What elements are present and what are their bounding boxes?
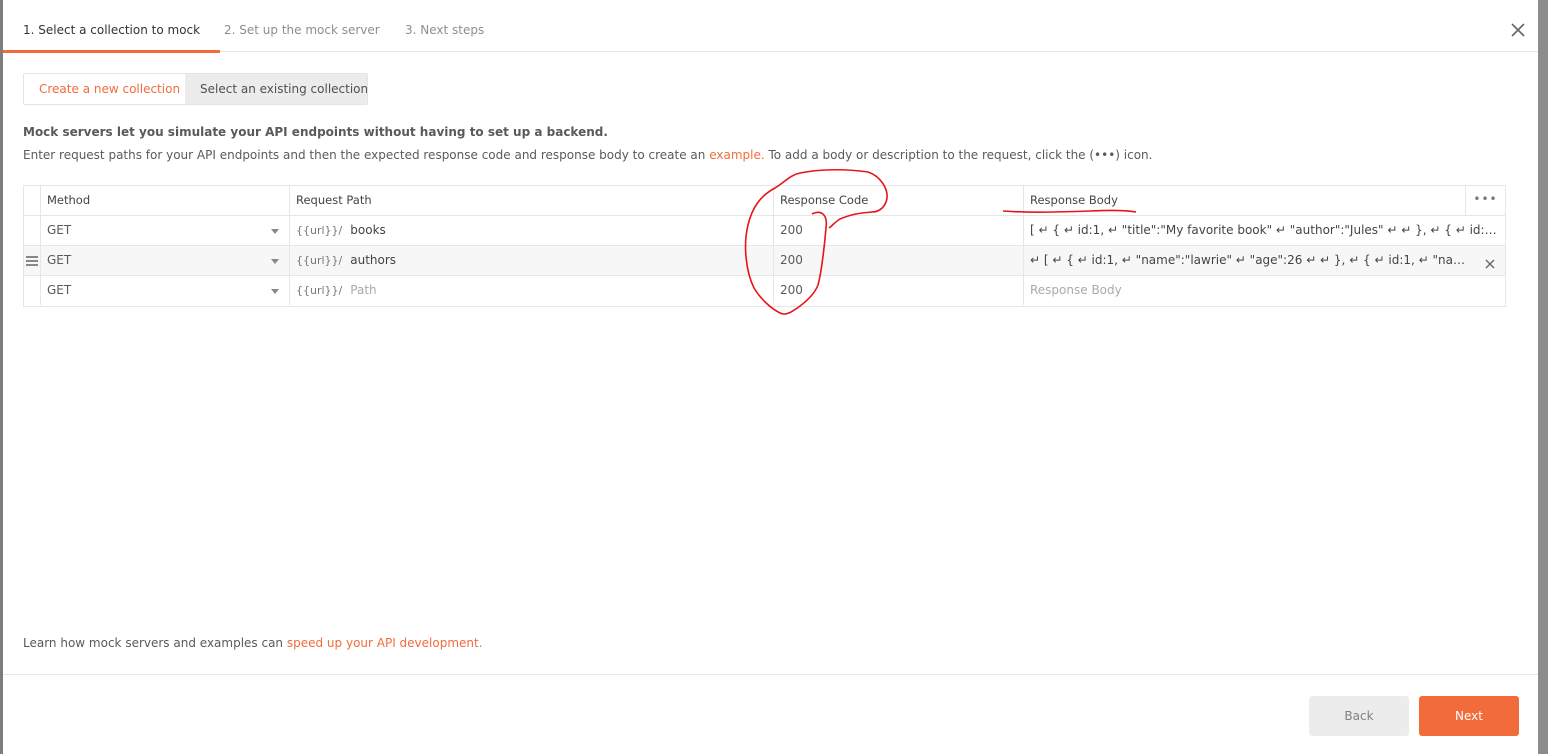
more-options-button[interactable]: •••: [1465, 186, 1505, 215]
response-code-value: 200: [780, 253, 803, 267]
method-value: GET: [47, 223, 72, 237]
request-table: Method Request Path Response Code Respon…: [23, 185, 1506, 307]
intro-heading: Mock servers let you simulate your API e…: [23, 125, 608, 139]
column-header-code: Response Code: [774, 186, 1024, 215]
method-select[interactable]: GET: [41, 246, 290, 275]
response-code-value: 200: [780, 283, 803, 297]
column-header-body: Response Body •••: [1024, 186, 1505, 215]
path-input[interactable]: {{url}}/ books: [290, 216, 774, 245]
method-value: GET: [47, 283, 72, 297]
collection-source-toggle: Create a new collection Select an existi…: [23, 73, 368, 105]
close-icon: [1485, 259, 1495, 269]
response-body-input[interactable]: [ ↵ { ↵ id:1, ↵ "title":"My favorite boo…: [1024, 216, 1505, 245]
close-button[interactable]: [1508, 20, 1528, 40]
url-prefix: {{url}}/: [296, 284, 343, 297]
response-code-input[interactable]: 200: [774, 246, 1024, 275]
response-code-input[interactable]: 200: [774, 276, 1024, 305]
more-icon: •••: [1473, 192, 1498, 206]
caret-down-icon: [271, 289, 279, 294]
example-link[interactable]: example.: [709, 148, 764, 162]
path-input[interactable]: {{url}}/ authors: [290, 246, 774, 275]
create-mock-server-modal: 1. Select a collection to mock 2. Set up…: [2, 0, 1538, 754]
handle-header: [24, 186, 41, 215]
remove-row-button[interactable]: [1483, 253, 1497, 269]
create-new-collection-button[interactable]: Create a new collection: [24, 74, 185, 104]
speed-up-link[interactable]: speed up your API development.: [287, 636, 483, 650]
tab-next-steps[interactable]: 3. Next steps: [405, 0, 484, 52]
tab-select-collection[interactable]: 1. Select a collection to mock: [2, 0, 221, 53]
intro-text: Enter request paths for your API endpoin…: [23, 148, 1152, 162]
wizard-steps: 1. Select a collection to mock 2. Set up…: [2, 0, 1538, 53]
method-value: GET: [47, 253, 72, 267]
footer-note-text: Learn how mock servers and examples can: [23, 636, 287, 650]
next-button[interactable]: Next: [1419, 696, 1519, 736]
response-body-input[interactable]: ↵ [ ↵ { ↵ id:1, ↵ "name":"lawrie" ↵ "age…: [1024, 246, 1505, 275]
table-row: GET {{url}}/ authors 200 ↵ [ ↵ { ↵ id:1, …: [24, 246, 1505, 276]
response-body-placeholder: Response Body: [1030, 283, 1122, 297]
footer-note: Learn how mock servers and examples can …: [23, 636, 483, 650]
path-value: books: [350, 223, 386, 237]
table-row: GET {{url}}/ Path 200 Response Body: [24, 276, 1505, 306]
modal-footer: Back Next: [3, 674, 1538, 754]
column-header-body-label: Response Body: [1030, 193, 1118, 207]
backdrop-right: [1538, 0, 1548, 754]
response-code-input[interactable]: 200: [774, 216, 1024, 245]
table-row: GET {{url}}/ books 200 [ ↵ { ↵ id:1, ↵ "t…: [24, 216, 1505, 246]
row-handle[interactable]: [24, 246, 41, 275]
back-button[interactable]: Back: [1309, 696, 1409, 736]
response-body-input[interactable]: Response Body: [1024, 276, 1505, 305]
response-body-value: ↵ [ ↵ { ↵ id:1, ↵ "name":"lawrie" ↵ "age…: [1030, 253, 1499, 267]
tab-setup-mock-server[interactable]: 2. Set up the mock server: [224, 0, 380, 52]
path-value: authors: [350, 253, 397, 267]
caret-down-icon: [271, 259, 279, 264]
url-prefix: {{url}}/: [296, 254, 343, 267]
method-select[interactable]: GET: [41, 216, 290, 245]
path-input[interactable]: {{url}}/ Path: [290, 276, 774, 305]
column-header-method: Method: [41, 186, 290, 215]
path-placeholder: Path: [350, 283, 377, 297]
table-header: Method Request Path Response Code Respon…: [24, 186, 1505, 216]
response-body-value: [ ↵ { ↵ id:1, ↵ "title":"My favorite boo…: [1030, 223, 1499, 237]
method-select[interactable]: GET: [41, 276, 290, 305]
close-icon: [1511, 23, 1525, 37]
response-code-value: 200: [780, 223, 803, 237]
url-prefix: {{url}}/: [296, 224, 343, 237]
row-handle[interactable]: [24, 216, 41, 245]
intro-text-end: To add a body or description to the requ…: [764, 148, 1153, 162]
caret-down-icon: [271, 229, 279, 234]
intro-text-start: Enter request paths for your API endpoin…: [23, 148, 710, 162]
select-existing-collection-button[interactable]: Select an existing collection: [185, 74, 367, 104]
column-header-path: Request Path: [290, 186, 774, 215]
drag-handle-icon[interactable]: [26, 256, 38, 268]
row-handle[interactable]: [24, 276, 41, 305]
